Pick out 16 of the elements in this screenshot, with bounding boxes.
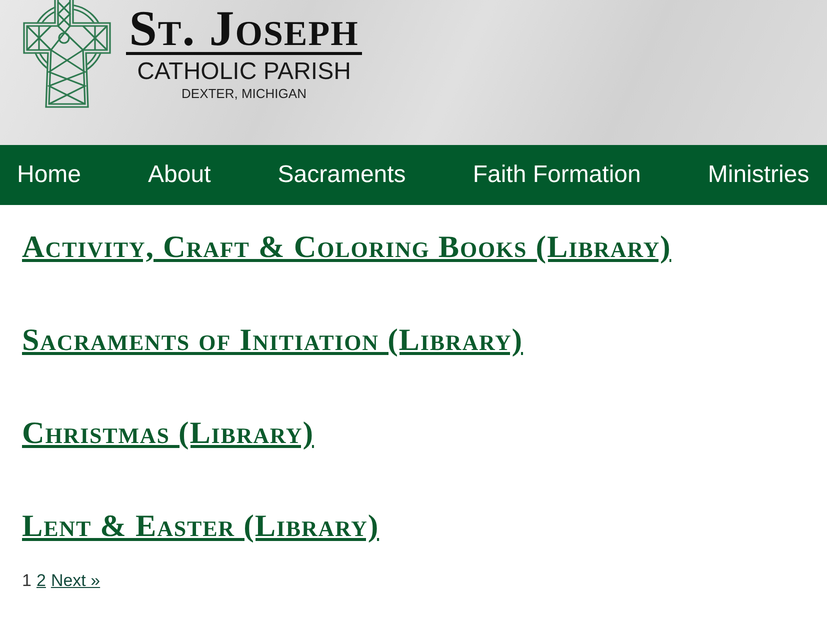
celtic-cross-icon [22,0,112,108]
parish-subtitle: CATHOLIC PARISH [137,58,351,86]
page-link[interactable]: 2 [36,570,46,592]
parish-name: St. Joseph [129,6,359,50]
post-title-link[interactable]: Activity, Craft & Coloring Books (Library) [22,229,672,264]
nav-link[interactable]: Faith Formation [472,160,641,190]
post-title-link[interactable]: Sacraments of Initiation (Library) [22,322,524,357]
nav-link[interactable]: Home [17,160,82,190]
post-title-link[interactable]: Christmas (Library) [22,415,314,450]
nav-link[interactable]: About [148,160,211,190]
next-page-link[interactable]: Next » [50,570,100,592]
current-page-number: 1 [22,570,32,592]
parish-location: DEXTER, MICHIGAN [182,86,306,101]
post-title-link[interactable]: Lent & Easter (Library) [22,508,380,543]
nav-link[interactable]: Sacraments [278,160,406,190]
nav-link[interactable]: Ministries [708,160,810,190]
